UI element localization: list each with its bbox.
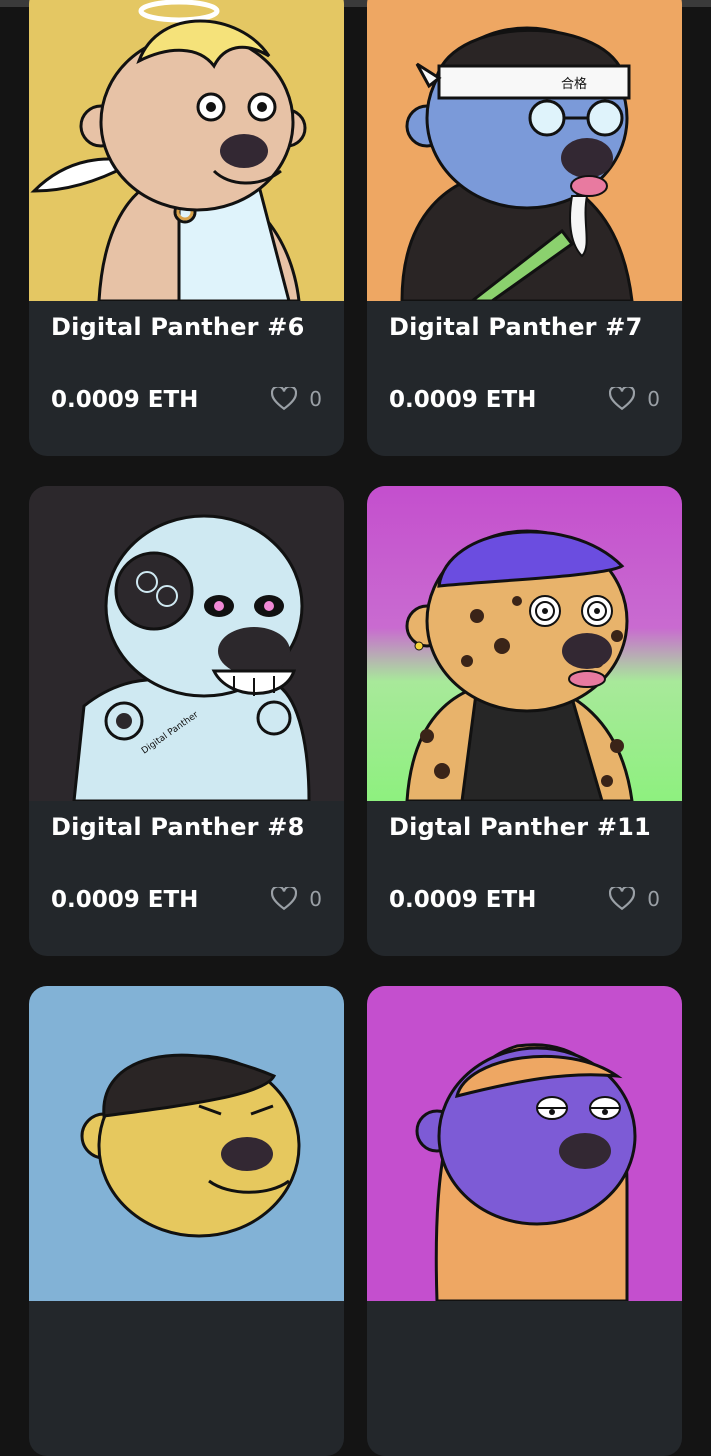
item-name[interactable]: Digital Panther #7 xyxy=(389,313,642,341)
heart-outline-icon[interactable] xyxy=(271,387,298,411)
nft-card[interactable]: 合格 Digital Panther #7 0.0009 ETH 0 xyxy=(367,0,682,456)
card-info: Digital Panther #6 0.0009 ETH 0 xyxy=(29,301,344,456)
heart-outline-icon[interactable] xyxy=(609,887,636,911)
leopard-panther-art xyxy=(367,486,682,801)
student-bear-art: 合格 xyxy=(367,0,682,301)
like-count: 0 xyxy=(309,387,322,411)
nft-card[interactable] xyxy=(367,986,682,1456)
robot-panther-art: Digital Panther xyxy=(29,486,344,801)
card-info: Digital Panther #7 0.0009 ETH 0 xyxy=(367,301,682,456)
heart-outline-icon[interactable] xyxy=(271,887,298,911)
like-button[interactable]: 0 xyxy=(609,887,660,911)
item-name[interactable]: Digital Panther #6 xyxy=(51,313,304,341)
like-count: 0 xyxy=(647,887,660,911)
item-price: 0.0009 ETH xyxy=(51,387,199,413)
item-price: 0.0009 ETH xyxy=(51,887,199,913)
nft-card[interactable]: Digtal Panther #11 0.0009 ETH 0 xyxy=(367,486,682,956)
nft-card[interactable]: Digital Panther #6 0.0009 ETH 0 xyxy=(29,0,344,456)
angel-bear-art xyxy=(29,0,344,301)
heart-outline-icon[interactable] xyxy=(609,387,636,411)
like-button[interactable]: 0 xyxy=(609,387,660,411)
item-price: 0.0009 ETH xyxy=(389,387,537,413)
nft-card[interactable]: Digital Panther Digital Panther #8 0.000… xyxy=(29,486,344,956)
like-button[interactable]: 0 xyxy=(271,387,322,411)
like-count: 0 xyxy=(647,387,660,411)
purple-bear-art xyxy=(367,986,682,1301)
like-count: 0 xyxy=(309,887,322,911)
svg-text:合格: 合格 xyxy=(561,76,587,92)
card-info: Digital Panther #8 0.0009 ETH 0 xyxy=(29,801,344,956)
nft-card[interactable] xyxy=(29,986,344,1456)
item-name[interactable]: Digital Panther #8 xyxy=(51,813,304,841)
item-name[interactable]: Digtal Panther #11 xyxy=(389,813,651,841)
yellow-bear-art xyxy=(29,986,344,1301)
like-button[interactable]: 0 xyxy=(271,887,322,911)
card-info: Digtal Panther #11 0.0009 ETH 0 xyxy=(367,801,682,956)
item-price: 0.0009 ETH xyxy=(389,887,537,913)
